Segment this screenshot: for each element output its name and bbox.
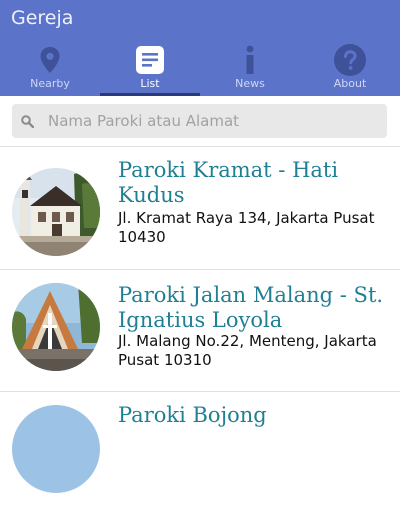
search-icon	[21, 115, 34, 128]
help-icon	[300, 44, 400, 76]
location-pin-icon	[0, 44, 100, 76]
church-photo	[12, 405, 100, 493]
tab-news-label: News	[235, 77, 265, 90]
tab-list[interactable]: List	[100, 38, 200, 96]
church-photo	[12, 283, 100, 371]
list-item[interactable]: Paroki Kramat - Hati Kudus Jl. Kramat Ra…	[0, 147, 400, 269]
list-item[interactable]: Paroki Jalan Malang - St. Ignatius Loyol…	[0, 270, 400, 392]
tab-news[interactable]: News	[200, 38, 300, 96]
search-bar	[0, 96, 400, 146]
list-item[interactable]: Paroki Bojong	[0, 392, 400, 514]
tab-nearby-label: Nearby	[30, 77, 70, 90]
search-box[interactable]	[12, 104, 387, 138]
parish-name: Paroki Jalan Malang - St. Ignatius Loyol…	[118, 283, 384, 332]
list-icon	[100, 44, 200, 76]
search-input[interactable]	[48, 104, 378, 138]
tab-about[interactable]: About	[300, 38, 400, 96]
app-title: Gereja	[11, 7, 74, 29]
tab-about-label: About	[333, 77, 367, 90]
tab-list-label: List	[140, 77, 160, 90]
church-photo	[12, 168, 100, 256]
parish-address: Jl. Kramat Raya 134, Jakarta Pusat 10430	[118, 209, 375, 246]
parish-name: Paroki Kramat - Hati Kudus	[118, 158, 339, 207]
parish-address: Jl. Malang No.22, Menteng, Jakarta Pusat…	[118, 332, 377, 369]
tab-nearby[interactable]: Nearby	[0, 38, 100, 96]
info-icon	[200, 44, 300, 76]
parish-name: Paroki Bojong	[118, 403, 267, 427]
tab-bar: Nearby List News About	[0, 38, 400, 96]
app-bar: Gereja Nearby List News About	[0, 0, 400, 96]
